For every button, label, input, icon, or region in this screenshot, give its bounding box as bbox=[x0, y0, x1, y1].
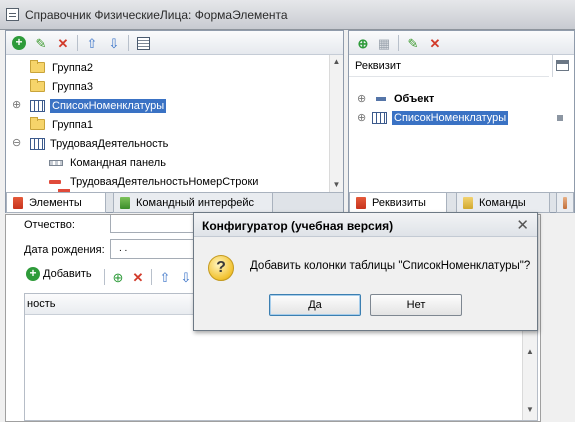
add-table-icon[interactable]: ▦ bbox=[376, 35, 392, 51]
folder-icon bbox=[30, 60, 45, 73]
command-interface-tab-icon bbox=[120, 196, 130, 209]
birthdate-value: . . bbox=[119, 243, 128, 254]
tab-requisites[interactable]: Реквизиты bbox=[349, 193, 447, 213]
collapse-minus-icon[interactable]: ⊖ bbox=[12, 138, 21, 149]
elements-tabbar: Элементы Командный интерфейс bbox=[6, 192, 343, 213]
move-down-icon[interactable]: ⇩ bbox=[106, 35, 122, 51]
tree-item-label: СписокНоменклатуры bbox=[50, 98, 167, 113]
add-attribute-icon[interactable]: ⊕ bbox=[355, 35, 371, 51]
birthdate-field[interactable]: . . bbox=[110, 239, 200, 259]
table-icon bbox=[30, 137, 45, 150]
toolbar-separator bbox=[128, 35, 129, 51]
toolbar-separator bbox=[104, 269, 105, 285]
tree-item-nomenclature-list[interactable]: ⊕ СписокНоменклатуры bbox=[12, 96, 167, 115]
requisites-column-header: Реквизит bbox=[349, 55, 549, 77]
delete-icon[interactable]: ✕ bbox=[55, 35, 71, 51]
tree-item-command-panel[interactable]: Командная панель bbox=[49, 153, 166, 172]
tab-label: Реквизиты bbox=[372, 196, 426, 209]
delete-icon[interactable]: ✕ bbox=[130, 269, 146, 285]
tree-item-label: ТрудоваяДеятельностьНомерСтроки bbox=[70, 175, 259, 188]
commands-tab-icon bbox=[463, 196, 473, 209]
delete-icon[interactable]: ✕ bbox=[427, 35, 443, 51]
expand-plus-icon[interactable]: ⊕ bbox=[357, 92, 366, 105]
elements-scrollbar[interactable]: ▲ ▼ bbox=[329, 55, 343, 192]
expand-plus-icon[interactable]: ⊕ bbox=[357, 111, 366, 124]
dialog-message: Добавить колонки таблицы "СписокНоменкла… bbox=[250, 260, 531, 272]
folder-icon bbox=[30, 117, 45, 130]
add-button-label: Добавить bbox=[43, 268, 92, 280]
copy-row-icon[interactable]: ⊕ bbox=[110, 269, 126, 285]
tree-item-nomenclature-list-attr[interactable]: ⊕ СписокНоменклатуры bbox=[357, 108, 509, 127]
birthdate-label: Дата рождения: bbox=[24, 244, 105, 256]
tree-item-group1[interactable]: Группа1 bbox=[30, 115, 93, 134]
object-icon bbox=[376, 96, 386, 101]
move-up-icon[interactable]: ⇧ bbox=[157, 269, 173, 285]
tab-commands[interactable]: Команды bbox=[456, 193, 550, 213]
tab-command-interface[interactable]: Командный интерфейс bbox=[113, 193, 273, 213]
scroll-down-arrow-icon[interactable]: ▼ bbox=[330, 178, 343, 192]
tree-item-label: Группа2 bbox=[52, 61, 93, 74]
dialog-title: Конфигуратор (учебная версия) bbox=[202, 219, 394, 233]
tree-item-label: ТрудоваяДеятельность bbox=[50, 137, 169, 150]
tab-label: Командный интерфейс bbox=[136, 196, 255, 209]
scroll-up-arrow-icon[interactable]: ▲ bbox=[523, 345, 537, 359]
toolbar-separator bbox=[398, 35, 399, 51]
add-icon: + bbox=[26, 267, 40, 281]
row-marker-icon bbox=[557, 115, 563, 121]
patronymic-label: Отчество: bbox=[24, 219, 75, 231]
folder-icon bbox=[30, 79, 45, 92]
tab-label: Элементы bbox=[29, 196, 82, 209]
question-icon: ? bbox=[208, 255, 234, 281]
window-titlebar: Справочник ФизическиеЛица: ФормаЭлемента bbox=[0, 0, 575, 30]
tree-item-label: СписокНоменклатуры bbox=[392, 110, 509, 125]
toolbar-separator bbox=[151, 269, 152, 285]
requisites-toolbar: ⊕ ▦ ✎ ✕ bbox=[349, 31, 574, 55]
tree-item-group2[interactable]: Группа2 bbox=[30, 58, 93, 77]
edit-pencil-icon[interactable]: ✎ bbox=[33, 35, 49, 51]
form-icon bbox=[6, 8, 19, 21]
tree-item-object[interactable]: ⊕ Объект bbox=[357, 89, 434, 108]
confirm-dialog: Конфигуратор (учебная версия) ✕ ? Добави… bbox=[193, 212, 538, 331]
toolbar-separator bbox=[77, 35, 78, 51]
table-icon bbox=[372, 111, 387, 124]
patronymic-field[interactable] bbox=[110, 215, 200, 233]
tree-item-work-history[interactable]: ⊖ ТрудоваяДеятельность bbox=[12, 134, 168, 153]
requisites-tabbar: Реквизиты Команды bbox=[349, 192, 574, 213]
dialog-titlebar: Конфигуратор (учебная версия) ✕ bbox=[194, 213, 537, 237]
column-header-label: Реквизит bbox=[355, 60, 401, 72]
tree-item-label: Группа1 bbox=[52, 118, 93, 131]
elements-panel: + ✎ ✕ ⇧ ⇩ Группа2 Группа3 ⊕ СписокНоменк… bbox=[5, 30, 344, 213]
properties-icon[interactable] bbox=[135, 35, 151, 51]
tree-item-label: Объект bbox=[394, 92, 435, 105]
field-icon bbox=[49, 179, 61, 184]
tab-label: Команды bbox=[479, 196, 526, 209]
tab-elements[interactable]: Элементы bbox=[6, 193, 106, 213]
table-icon bbox=[30, 99, 45, 112]
no-button[interactable]: Нет bbox=[370, 294, 462, 316]
elements-tab-icon bbox=[13, 196, 23, 209]
expand-plus-icon[interactable]: ⊕ bbox=[12, 100, 21, 111]
tree-item-label: Командная панель bbox=[70, 156, 166, 169]
column-settings-icon[interactable] bbox=[552, 55, 572, 77]
tree-item-label: Группа3 bbox=[52, 80, 93, 93]
command-panel-icon bbox=[49, 159, 63, 166]
elements-toolbar: + ✎ ✕ ⇧ ⇩ bbox=[6, 31, 343, 55]
requisites-tab-icon bbox=[356, 196, 366, 209]
scroll-up-arrow-icon[interactable]: ▲ bbox=[330, 55, 343, 69]
close-icon[interactable]: ✕ bbox=[516, 216, 529, 234]
move-up-icon[interactable]: ⇧ bbox=[84, 35, 100, 51]
more-tab-icon bbox=[563, 196, 567, 209]
edit-pencil-icon[interactable]: ✎ bbox=[405, 35, 421, 51]
move-down-icon[interactable]: ⇩ bbox=[178, 269, 194, 285]
window-title: Справочник ФизическиеЛица: ФормаЭлемента bbox=[25, 8, 288, 22]
tree-item-group3[interactable]: Группа3 bbox=[30, 77, 93, 96]
column-header-label: ность bbox=[27, 298, 56, 310]
scroll-down-arrow-icon[interactable]: ▼ bbox=[523, 403, 537, 417]
yes-button[interactable]: Да bbox=[269, 294, 361, 316]
requisites-panel: ⊕ ▦ ✎ ✕ Реквизит ⊕ Объект ⊕ СписокНоменк… bbox=[348, 30, 575, 213]
add-icon[interactable]: + bbox=[11, 35, 27, 51]
tab-more[interactable] bbox=[556, 193, 574, 213]
add-row-button[interactable]: + Добавить bbox=[26, 267, 92, 281]
